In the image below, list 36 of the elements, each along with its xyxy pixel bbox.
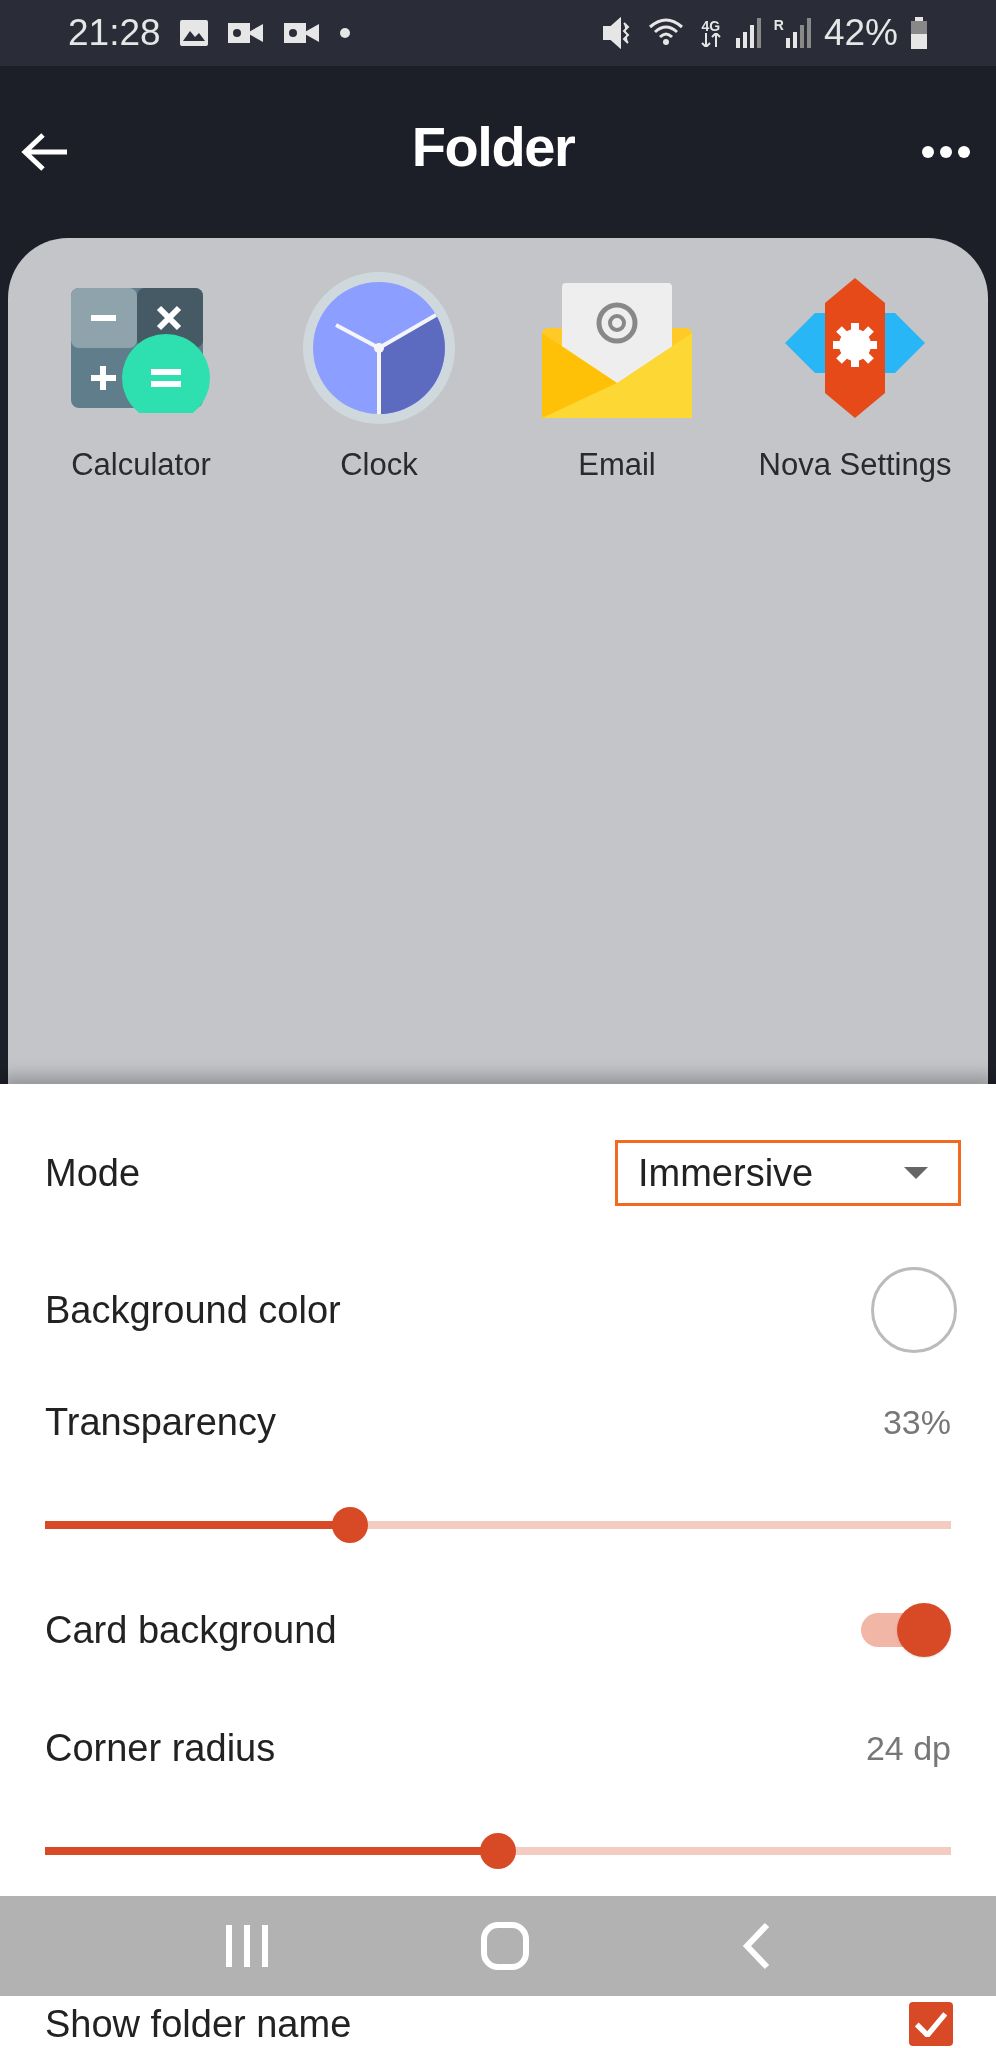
back-icon — [740, 1921, 771, 1971]
check-icon — [915, 2011, 947, 2037]
app-shortcut[interactable]: Nova Settings — [737, 268, 973, 489]
back-arrow-icon — [21, 132, 69, 172]
image-icon — [178, 19, 209, 47]
mode-dropdown[interactable]: Immersive — [615, 1140, 961, 1206]
battery-icon — [910, 17, 928, 49]
setting-label: Transparency — [45, 1400, 276, 1444]
setting-value: 33% — [882, 1402, 951, 1443]
app-shortcut[interactable]: Calculator — [23, 268, 259, 489]
dot-icon — [338, 27, 351, 39]
checkbox[interactable] — [909, 2002, 953, 2046]
dropdown-caret-icon — [904, 1167, 928, 1179]
recent-apps-icon — [225, 1923, 270, 1969]
battery-level: 42% — [823, 11, 898, 56]
signal-icon — [783, 18, 812, 48]
screen-title: Folder — [410, 114, 576, 180]
slider-thumb[interactable] — [332, 1507, 369, 1543]
signal-icon — [733, 18, 762, 48]
app-shortcut[interactable]: Email — [499, 268, 735, 489]
setting-label: Card background — [45, 1608, 337, 1652]
slider-thumb[interactable] — [480, 1833, 516, 1869]
more-icon — [921, 145, 971, 159]
setting-value: 24 dp — [865, 1728, 951, 1769]
status-time: 21:28 — [68, 11, 161, 56]
setting-label: Show folder name — [45, 2002, 352, 2046]
roaming-label: R — [773, 18, 784, 32]
slider[interactable] — [45, 1833, 951, 1869]
slider[interactable] — [45, 1507, 951, 1543]
app-shortcut[interactable]: Clock — [261, 268, 497, 489]
data-arrows-icon — [699, 33, 722, 47]
setting-label: Background color — [45, 1288, 341, 1332]
setting-label: Mode — [45, 1151, 141, 1195]
setting-label: Corner radius — [45, 1726, 276, 1770]
network-label: 4G — [701, 19, 721, 33]
home-icon — [480, 1921, 530, 1971]
